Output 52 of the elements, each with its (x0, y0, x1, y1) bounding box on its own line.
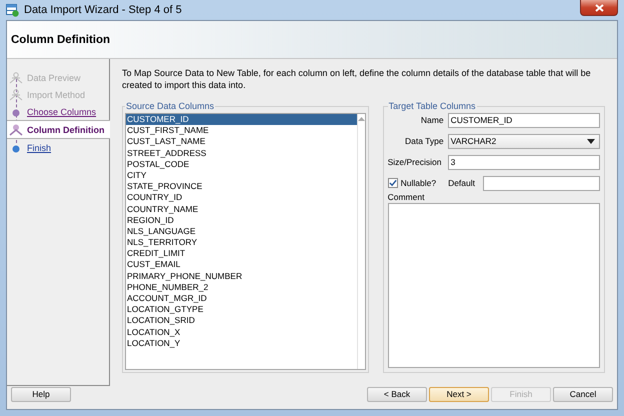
column-list-item[interactable]: LOCATION_GTYPE (126, 304, 357, 316)
figure-icon (9, 72, 23, 84)
column-list-item[interactable]: NLS_TERRITORY (126, 237, 357, 248)
dropdown-caret-icon (587, 138, 595, 144)
page-title: Column Definition (11, 34, 110, 46)
group-title: Target Table Columns (388, 101, 476, 111)
wizard-button[interactable]: Next > (429, 386, 489, 402)
name-field[interactable]: CUSTOMER_ID (448, 112, 600, 128)
checkbox-label: Nullable? (400, 178, 436, 188)
figure-icon (9, 88, 23, 100)
column-list-item[interactable]: LOCATION_Y (126, 338, 357, 349)
instructions-text: To Map Source Data to New Table, for each column on left, define the column details of the database table that will be created to import this data into. (122, 67, 592, 91)
field-label: Name (420, 115, 445, 125)
column-list-item[interactable]: CUST_LAST_NAME (126, 136, 357, 148)
default-field[interactable] (483, 176, 600, 190)
table-icon (6, 4, 19, 16)
column-list-item[interactable]: STREET_ADDRESS (126, 148, 357, 159)
column-list-item[interactable]: PRIMARY_PHONE_NUMBER (126, 270, 357, 282)
comment-field[interactable] (388, 203, 600, 368)
column-list-item[interactable]: POSTAL_CODE (126, 158, 357, 170)
column-list-item[interactable]: LOCATION_X (126, 326, 357, 338)
field-label: Size/Precision (388, 157, 442, 167)
wizard-button[interactable]: < Back (367, 386, 427, 402)
wizard-step[interactable]: Choose Columns (7, 103, 109, 120)
window-title: Data Import Wizard - Step 4 of 5 (24, 4, 182, 16)
wizard-step[interactable]: Column Definition (7, 120, 110, 139)
column-list-item[interactable]: CREDIT_LIMIT (126, 248, 357, 260)
nullable-checkbox[interactable] (388, 178, 398, 188)
column-list-item[interactable]: COUNTRY_ID (126, 192, 357, 204)
column-list-item[interactable]: ACCOUNT_MGR_ID (126, 293, 357, 304)
column-list-item[interactable]: CITY (126, 170, 357, 182)
column-list-item[interactable]: LOCATION_SRID (126, 315, 357, 327)
column-list-item[interactable]: STATE_PROVINCE (126, 181, 357, 192)
wizard-step[interactable]: Finish (7, 139, 109, 156)
close-icon (594, 4, 604, 12)
close-button[interactable] (580, 0, 618, 16)
help-button[interactable]: Help (11, 386, 71, 402)
group-title: Source Data Columns (125, 101, 216, 111)
column-list-item[interactable]: NLS_LANGUAGE (126, 226, 357, 238)
column-list-item[interactable]: CUSTOMER_ID (126, 114, 357, 126)
scrollbar[interactable] (356, 114, 365, 369)
field-label: Comment (388, 192, 426, 202)
data-type-dropdown[interactable]: VARCHAR2 (448, 134, 600, 148)
field-label: Default (448, 178, 475, 188)
column-list-item[interactable]: COUNTRY_NAME (126, 204, 357, 215)
size-field[interactable]: 3 (448, 154, 600, 170)
column-list-item[interactable]: CUST_FIRST_NAME (126, 125, 357, 136)
field-label: Data Type (404, 136, 445, 146)
column-list-item[interactable]: REGION_ID (126, 214, 357, 226)
column-list-item[interactable]: PHONE_NUMBER_2 (126, 282, 357, 293)
column-list-item[interactable]: CUST_EMAIL (126, 259, 357, 271)
wizard-button[interactable]: Cancel (553, 386, 613, 402)
